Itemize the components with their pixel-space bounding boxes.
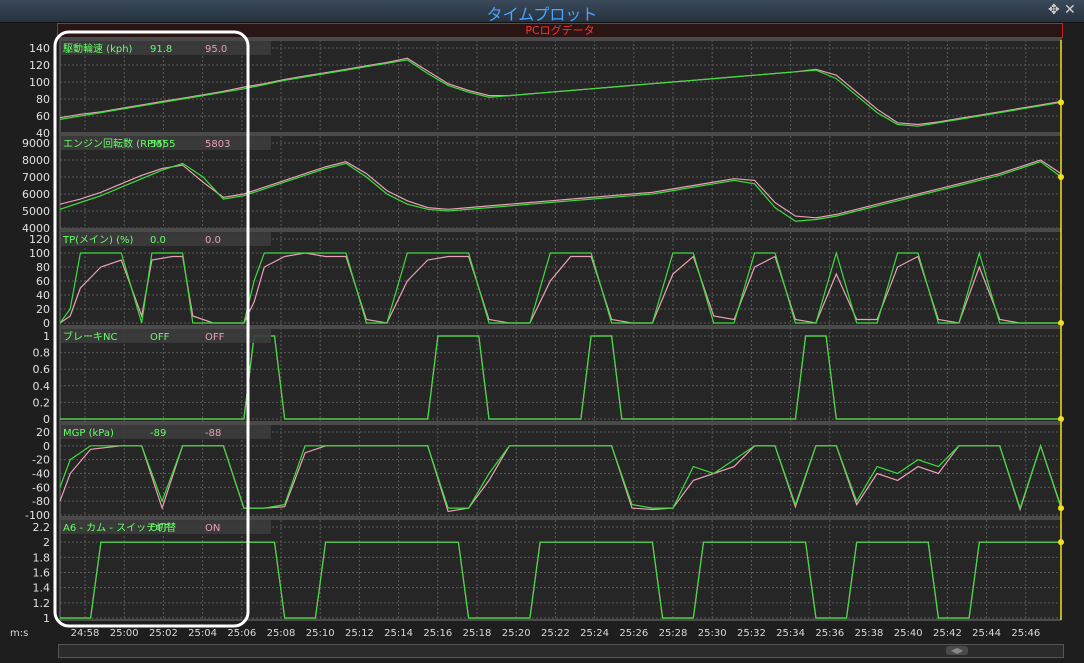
- value-a: OFF: [150, 523, 170, 534]
- x-tick-label: 25:36: [815, 628, 844, 639]
- y-tick-label: 80: [36, 93, 50, 106]
- y-tick-label: -40: [32, 468, 50, 481]
- panel-separator: [60, 132, 1061, 136]
- x-tick-label: 25:44: [972, 628, 1001, 639]
- y-tick-label: 20: [36, 303, 50, 316]
- scroll-thumb[interactable]: ◀▶: [946, 646, 968, 655]
- x-tick-label: 25:30: [698, 628, 727, 639]
- x-tick-label: 25:32: [737, 628, 766, 639]
- value-b: OFF: [205, 332, 225, 343]
- y-tick-label: 80: [36, 261, 50, 274]
- y-tick-label: 9000: [22, 137, 50, 150]
- y-tick-label: 6000: [22, 188, 50, 201]
- time-plot-chart: 24:58 25:00 25:02 25:04 25:06 25:08 25:10 25:12…: [10, 30, 1064, 639]
- x-tick-label: 25:42: [933, 628, 962, 639]
- value-a: 5555: [150, 139, 175, 150]
- y-tick-label: 2: [43, 536, 50, 549]
- y-tick-label: 2.2: [33, 521, 51, 534]
- panel-separator: [60, 421, 1061, 425]
- y-tick-label: -20: [32, 454, 50, 467]
- y-tick-label: 140: [29, 42, 50, 55]
- x-tick-label: 25:34: [776, 628, 805, 639]
- panel-separator: [60, 325, 1061, 329]
- x-tick-label: 25:00: [110, 628, 139, 639]
- y-tick-label: 120: [29, 233, 50, 246]
- x-tick-label: 25:28: [659, 628, 688, 639]
- x-tick-label: 25:02: [149, 628, 178, 639]
- y-tick-label: 0: [43, 413, 50, 426]
- y-tick-label: 60: [36, 275, 50, 288]
- y-tick-label: 0: [43, 440, 50, 453]
- x-tick-label: 25:40: [894, 628, 923, 639]
- y-tick-label: 120: [29, 59, 50, 72]
- horizontal-scrollbar[interactable]: ◀▶: [58, 644, 1064, 658]
- value-b: 0.0: [205, 235, 221, 246]
- y-tick-label: 1: [43, 330, 50, 343]
- value-b: ON: [205, 523, 220, 534]
- panel-label: ブレーキNC: [63, 330, 117, 343]
- y-tick-label: 100: [29, 247, 50, 260]
- panel-separator: [60, 516, 1061, 520]
- value-b: -88: [205, 428, 221, 439]
- value-a: 0.0: [150, 235, 166, 246]
- y-tick-label: 5000: [22, 205, 50, 218]
- x-tick-label: 25:12: [345, 628, 374, 639]
- y-tick-label: -80: [32, 495, 50, 508]
- y-tick-label: 1.8: [33, 551, 51, 564]
- y-tick-label: 0.4: [33, 380, 51, 393]
- x-tick-label: 25:04: [188, 628, 217, 639]
- x-tick-label: 24:58: [71, 628, 100, 639]
- panel-separator: [60, 228, 1061, 232]
- y-tick-label: 1.2: [33, 597, 51, 610]
- y-tick-label: 1.6: [33, 567, 51, 580]
- x-tick-label: 25:24: [580, 628, 609, 639]
- x-tick-label: 25:16: [423, 628, 452, 639]
- x-tick-label: 25:10: [306, 628, 335, 639]
- y-tick-label: 1: [43, 612, 50, 625]
- y-tick-label: 20: [36, 426, 50, 439]
- x-tick-label: 25:46: [1011, 628, 1040, 639]
- panel-separator: [60, 37, 1061, 41]
- y-tick-label: 0: [43, 317, 50, 330]
- x-tick-label: 25:26: [619, 628, 648, 639]
- y-tick-label: 100: [29, 76, 50, 89]
- value-b: 95.0: [205, 44, 227, 55]
- y-tick-label: 0.6: [33, 363, 51, 376]
- x-tick-label: 25:22: [541, 628, 570, 639]
- y-tick-label: -60: [32, 481, 50, 494]
- y-tick-label: 8000: [22, 154, 50, 167]
- value-a: 91.8: [150, 44, 172, 55]
- value-a: -89: [150, 428, 166, 439]
- x-axis-unit: m:s: [10, 628, 28, 639]
- value-a: OFF: [150, 332, 170, 343]
- x-tick-label: 25:06: [227, 628, 256, 639]
- y-tick-label: 1.4: [33, 582, 51, 595]
- panel-label: TP(メイン) (%): [62, 235, 134, 246]
- y-tick-label: 7000: [22, 171, 50, 184]
- x-tick-label: 25:38: [855, 628, 884, 639]
- x-tick-label: 25:14: [384, 628, 413, 639]
- value-b: 5803: [205, 139, 230, 150]
- panel-label: MGP (kPa): [63, 428, 114, 439]
- x-tick-label: 25:08: [267, 628, 296, 639]
- y-tick-label: 40: [36, 289, 50, 302]
- x-tick-label: 25:20: [502, 628, 531, 639]
- y-tick-label: 60: [36, 110, 50, 123]
- panel-label: 駆動輪速 (kph): [63, 42, 133, 55]
- y-tick-label: 0.2: [33, 396, 51, 409]
- y-tick-label: 0.8: [33, 347, 51, 360]
- x-tick-label: 25:18: [463, 628, 492, 639]
